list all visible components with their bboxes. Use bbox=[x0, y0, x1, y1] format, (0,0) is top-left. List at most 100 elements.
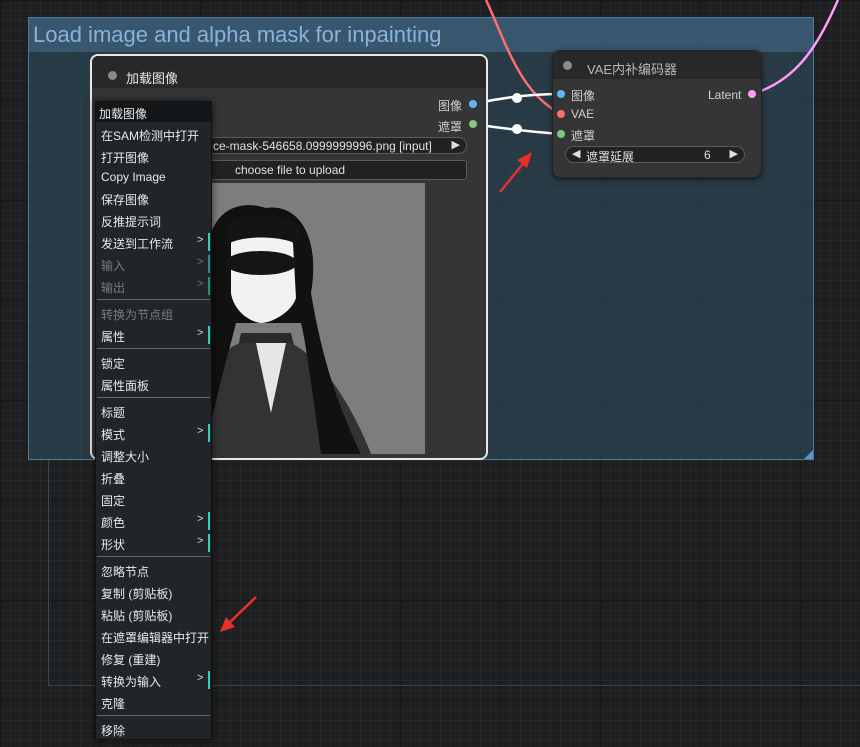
menu-header: 加载图像 bbox=[96, 102, 211, 122]
link-mask-midpoint bbox=[512, 124, 522, 134]
menu-item-label: 输出 bbox=[101, 281, 126, 295]
link-latent bbox=[751, 0, 840, 96]
decrement-arrow-icon[interactable]: ◀ bbox=[572, 147, 580, 160]
input-label-mask: 遮罩 bbox=[571, 129, 596, 143]
submenu-accent bbox=[208, 424, 210, 442]
menu-item-mode[interactable]: 模式 > bbox=[96, 423, 211, 443]
input-slot-image[interactable] bbox=[557, 90, 565, 98]
load-image-title: 加载图像 bbox=[126, 71, 179, 86]
menu-item-label: 转换为节点组 bbox=[101, 308, 174, 322]
submenu-accent bbox=[208, 512, 210, 530]
menu-item-open-in-sam[interactable]: 在SAM检测中打开 bbox=[96, 124, 211, 144]
menu-item-remove[interactable]: 移除 bbox=[96, 719, 211, 739]
menu-item-outputs[interactable]: 输出 > bbox=[96, 276, 211, 296]
vae-node-title: VAE内补编码器 bbox=[587, 62, 678, 77]
grow-mask-widget[interactable]: ◀ 遮罩延展 6 ▶ bbox=[565, 146, 745, 164]
submenu-accent bbox=[208, 233, 210, 251]
menu-item-clone[interactable]: 克隆 bbox=[96, 692, 211, 712]
output-slot-latent[interactable] bbox=[748, 90, 756, 98]
menu-item-label: 复制 (剪贴板) bbox=[101, 587, 173, 601]
menu-item-label: 反推提示词 bbox=[101, 215, 162, 229]
input-label-vae: VAE bbox=[571, 107, 595, 121]
submenu-accent bbox=[208, 671, 210, 689]
menu-item-label: 修复 (重建) bbox=[101, 653, 161, 667]
menu-item-shapes[interactable]: 形状 > bbox=[96, 533, 211, 553]
menu-item-label: 固定 bbox=[101, 494, 126, 508]
menu-item-label: 克隆 bbox=[101, 697, 126, 711]
menu-item-convert-to-input[interactable]: 转换为输入 > bbox=[96, 670, 211, 690]
upload-button-label: choose file to upload bbox=[235, 163, 346, 177]
menu-item-bypass[interactable]: 忽略节点 bbox=[96, 560, 211, 580]
next-file-arrow-icon[interactable]: ▶ bbox=[452, 138, 460, 151]
menu-item-label: 颜色 bbox=[101, 516, 126, 530]
submenu-arrow-icon: > bbox=[197, 513, 204, 525]
increment-arrow-icon[interactable]: ▶ bbox=[730, 147, 738, 160]
submenu-arrow-icon: > bbox=[197, 256, 204, 268]
menu-separator bbox=[97, 715, 210, 716]
menu-item-properties[interactable]: 属性 > bbox=[96, 325, 211, 345]
output-slot-image[interactable] bbox=[469, 100, 477, 108]
menu-separator bbox=[97, 556, 210, 557]
menu-item-properties-panel[interactable]: 属性面板 bbox=[96, 374, 211, 394]
output-label-image: 图像 bbox=[438, 99, 463, 113]
submenu-arrow-icon: > bbox=[197, 672, 204, 684]
menu-item-colors[interactable]: 颜色 > bbox=[96, 511, 211, 531]
output-slot-mask[interactable] bbox=[469, 120, 477, 128]
menu-item-paste-clipspace[interactable]: 粘贴 (剪贴板) bbox=[96, 604, 211, 624]
menu-item-send-to-workflow[interactable]: 发送到工作流 > bbox=[96, 232, 211, 252]
grow-mask-value[interactable]: 6 bbox=[704, 148, 711, 162]
menu-item-copy-image[interactable]: Copy Image bbox=[96, 167, 211, 187]
input-slot-vae[interactable] bbox=[557, 110, 565, 118]
menu-item-label: 调整大小 bbox=[101, 450, 150, 464]
submenu-arrow-icon: > bbox=[197, 425, 204, 437]
menu-item-label: 模式 bbox=[101, 428, 126, 442]
submenu-arrow-icon: > bbox=[197, 234, 204, 246]
submenu-arrow-icon: > bbox=[197, 535, 204, 547]
collapse-dot-icon[interactable] bbox=[108, 71, 117, 80]
menu-item-label: 粘贴 (剪贴板) bbox=[101, 609, 173, 623]
grow-mask-label: 遮罩延展 bbox=[586, 150, 635, 164]
menu-separator bbox=[97, 348, 210, 349]
submenu-arrow-icon: > bbox=[197, 278, 204, 290]
submenu-arrow-icon: > bbox=[197, 327, 204, 339]
menu-item-convert-to-group[interactable]: 转换为节点组 bbox=[96, 303, 211, 323]
submenu-accent bbox=[208, 255, 210, 273]
menu-item-label: 移除 bbox=[101, 724, 126, 738]
vae-collapse-dot-icon[interactable] bbox=[563, 61, 572, 70]
menu-item-title[interactable]: 标题 bbox=[96, 401, 211, 421]
menu-item-interrogate[interactable]: 反推提示词 bbox=[96, 210, 211, 230]
menu-separator bbox=[97, 397, 210, 398]
menu-item-open-image[interactable]: 打开图像 bbox=[96, 146, 211, 166]
submenu-accent bbox=[208, 534, 210, 552]
menu-item-label: 锁定 bbox=[101, 357, 126, 371]
menu-item-label: 转换为输入 bbox=[101, 675, 162, 689]
menu-item-pin-lock[interactable]: 锁定 bbox=[96, 352, 211, 372]
menu-item-pin[interactable]: 固定 bbox=[96, 489, 211, 509]
menu-header-label: 加载图像 bbox=[99, 107, 148, 121]
input-label-image: 图像 bbox=[571, 89, 596, 103]
menu-item-label: 发送到工作流 bbox=[101, 237, 174, 251]
context-menu: 加载图像 在SAM检测中打开 打开图像 Copy Image 保存图像 反推提示… bbox=[95, 101, 212, 740]
menu-item-collapse[interactable]: 折叠 bbox=[96, 467, 211, 487]
menu-item-label: 在SAM检测中打开 bbox=[101, 129, 200, 143]
menu-item-label: 属性面板 bbox=[101, 379, 150, 393]
menu-item-save-image[interactable]: 保存图像 bbox=[96, 188, 211, 208]
output-label-mask: 遮罩 bbox=[438, 120, 463, 134]
menu-item-label: 保存图像 bbox=[101, 193, 150, 207]
menu-item-open-in-mask-editor[interactable]: 在遮罩编辑器中打开 bbox=[96, 626, 211, 646]
menu-item-label: 折叠 bbox=[101, 472, 126, 486]
menu-item-label: 属性 bbox=[101, 330, 126, 344]
menu-item-fix-recreate[interactable]: 修复 (重建) bbox=[96, 648, 211, 668]
menu-item-label: 忽略节点 bbox=[101, 565, 150, 579]
menu-item-copy-clipspace[interactable]: 复制 (剪贴板) bbox=[96, 582, 211, 602]
menu-item-label: Copy Image bbox=[101, 170, 166, 184]
menu-item-label: 标题 bbox=[101, 406, 126, 420]
output-label-latent: Latent bbox=[708, 88, 742, 102]
submenu-accent bbox=[208, 326, 210, 344]
menu-item-inputs[interactable]: 输入 > bbox=[96, 254, 211, 274]
menu-item-resize[interactable]: 调整大小 bbox=[96, 445, 211, 465]
menu-item-label: 形状 bbox=[101, 538, 126, 552]
input-slot-mask[interactable] bbox=[557, 130, 565, 138]
menu-item-label: 打开图像 bbox=[101, 151, 150, 165]
submenu-accent bbox=[208, 277, 210, 295]
